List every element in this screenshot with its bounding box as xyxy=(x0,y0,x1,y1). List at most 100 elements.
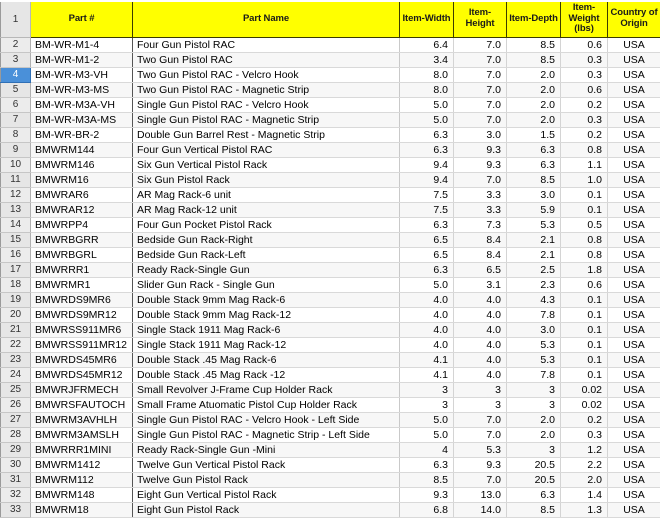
cell-country-of-origin[interactable]: USA xyxy=(608,353,660,368)
cell-part-name[interactable]: Slider Gun Rack - Single Gun xyxy=(133,278,400,293)
cell-item-depth[interactable]: 3 xyxy=(507,383,561,398)
cell-item-depth[interactable]: 2.0 xyxy=(507,68,561,83)
table-row[interactable]: 23BMWRDS45MR6Double Stack .45 Mag Rack-6… xyxy=(1,353,660,368)
cell-item-weight[interactable]: 1.1 xyxy=(561,158,608,173)
cell-part-name[interactable]: Double Stack .45 Mag Rack -12 xyxy=(133,368,400,383)
cell-item-depth[interactable]: 2.3 xyxy=(507,278,561,293)
cell-part-name[interactable]: Six Gun Vertical Pistol Rack xyxy=(133,158,400,173)
row-header-1[interactable]: 1 xyxy=(1,1,31,38)
cell-country-of-origin[interactable]: USA xyxy=(608,428,660,443)
cell-item-height[interactable]: 7.0 xyxy=(454,83,507,98)
cell-item-weight[interactable]: 0.2 xyxy=(561,413,608,428)
cell-item-height[interactable]: 9.3 xyxy=(454,143,507,158)
cell-item-depth[interactable]: 5.9 xyxy=(507,203,561,218)
cell-item-depth[interactable]: 6.3 xyxy=(507,158,561,173)
cell-item-weight[interactable]: 1.8 xyxy=(561,263,608,278)
row-header-29[interactable]: 29 xyxy=(1,443,31,458)
cell-part-name[interactable]: Eight Gun Pistol Rack xyxy=(133,503,400,518)
cell-item-width[interactable]: 4.0 xyxy=(400,293,454,308)
cell-item-weight[interactable]: 0.3 xyxy=(561,428,608,443)
cell-item-height[interactable]: 7.0 xyxy=(454,68,507,83)
cell-part-name[interactable]: Single Gun Pistol RAC - Velcro Hook - Le… xyxy=(133,413,400,428)
cell-item-depth[interactable]: 2.1 xyxy=(507,233,561,248)
cell-item-height[interactable]: 3.1 xyxy=(454,278,507,293)
cell-item-width[interactable]: 4.0 xyxy=(400,323,454,338)
cell-item-height[interactable]: 9.3 xyxy=(454,158,507,173)
cell-part-number[interactable]: BM-WR-BR-2 xyxy=(31,128,133,143)
cell-country-of-origin[interactable]: USA xyxy=(608,263,660,278)
cell-item-depth[interactable]: 6.3 xyxy=(507,488,561,503)
cell-item-height[interactable]: 4.0 xyxy=(454,293,507,308)
cell-part-number[interactable]: BMWRSFAUTOCH xyxy=(31,398,133,413)
cell-item-weight[interactable]: 0.1 xyxy=(561,188,608,203)
row-header-9[interactable]: 9 xyxy=(1,143,31,158)
row-header-30[interactable]: 30 xyxy=(1,458,31,473)
cell-part-name[interactable]: Two Gun Pistol RAC - Magnetic Strip xyxy=(133,83,400,98)
row-header-20[interactable]: 20 xyxy=(1,308,31,323)
cell-part-number[interactable]: BMWRDS45MR6 xyxy=(31,353,133,368)
cell-item-height[interactable]: 3.0 xyxy=(454,128,507,143)
cell-item-height[interactable]: 4.0 xyxy=(454,338,507,353)
cell-item-width[interactable]: 4.1 xyxy=(400,368,454,383)
table-row[interactable]: 22BMWRSS911MR12Single Stack 1911 Mag Rac… xyxy=(1,338,660,353)
column-header-country-of-origin[interactable]: Country of Origin xyxy=(608,1,660,38)
cell-part-number[interactable]: BMWRM16 xyxy=(31,173,133,188)
cell-item-depth[interactable]: 2.0 xyxy=(507,428,561,443)
cell-item-height[interactable]: 7.0 xyxy=(454,173,507,188)
cell-item-width[interactable]: 5.0 xyxy=(400,428,454,443)
cell-item-weight[interactable]: 0.3 xyxy=(561,68,608,83)
cell-part-number[interactable]: BMWRBGRL xyxy=(31,248,133,263)
cell-item-height[interactable]: 7.3 xyxy=(454,218,507,233)
cell-part-number[interactable]: BMWRRR1MINI xyxy=(31,443,133,458)
table-row[interactable]: 20BMWRDS9MR12Double Stack 9mm Mag Rack-1… xyxy=(1,308,660,323)
row-header-16[interactable]: 16 xyxy=(1,248,31,263)
cell-part-number[interactable]: BMWRMR1 xyxy=(31,278,133,293)
row-header-5[interactable]: 5 xyxy=(1,83,31,98)
cell-part-name[interactable]: Bedside Gun Rack-Left xyxy=(133,248,400,263)
table-row[interactable]: 6BM-WR-M3A-VHSingle Gun Pistol RAC - Vel… xyxy=(1,98,660,113)
row-header-13[interactable]: 13 xyxy=(1,203,31,218)
table-row[interactable]: 30BMWRM1412Twelve Gun Vertical Pistol Ra… xyxy=(1,458,660,473)
cell-country-of-origin[interactable]: USA xyxy=(608,338,660,353)
cell-part-name[interactable]: Double Stack 9mm Mag Rack-6 xyxy=(133,293,400,308)
cell-country-of-origin[interactable]: USA xyxy=(608,38,660,53)
table-row[interactable]: 12BMWRAR6AR Mag Rack-6 unit7.53.33.00.1U… xyxy=(1,188,660,203)
table-row[interactable]: 21BMWRSS911MR6Single Stack 1911 Mag Rack… xyxy=(1,323,660,338)
cell-item-weight[interactable]: 0.2 xyxy=(561,128,608,143)
cell-item-depth[interactable]: 20.5 xyxy=(507,458,561,473)
cell-item-weight[interactable]: 0.8 xyxy=(561,233,608,248)
cell-part-number[interactable]: BMWRRR1 xyxy=(31,263,133,278)
row-header-6[interactable]: 6 xyxy=(1,98,31,113)
table-row[interactable]: 4BM-WR-M3-VHTwo Gun Pistol RAC - Velcro … xyxy=(1,68,660,83)
table-row[interactable]: 11BMWRM16Six Gun Pistol Rack9.47.08.51.0… xyxy=(1,173,660,188)
row-header-10[interactable]: 10 xyxy=(1,158,31,173)
cell-item-width[interactable]: 9.4 xyxy=(400,173,454,188)
cell-item-weight[interactable]: 0.6 xyxy=(561,278,608,293)
cell-item-height[interactable]: 7.0 xyxy=(454,38,507,53)
table-row[interactable]: 10BMWRM146Six Gun Vertical Pistol Rack9.… xyxy=(1,158,660,173)
cell-country-of-origin[interactable]: USA xyxy=(608,83,660,98)
cell-part-number[interactable]: BMWRM112 xyxy=(31,473,133,488)
cell-item-depth[interactable]: 2.5 xyxy=(507,263,561,278)
cell-item-width[interactable]: 6.3 xyxy=(400,218,454,233)
cell-item-width[interactable]: 6.4 xyxy=(400,38,454,53)
table-row[interactable]: 2BM-WR-M1-4Four Gun Pistol RAC6.47.08.50… xyxy=(1,38,660,53)
column-header-item-weight[interactable]: Item-Weight (lbs) xyxy=(561,1,608,38)
row-header-18[interactable]: 18 xyxy=(1,278,31,293)
cell-item-depth[interactable]: 2.0 xyxy=(507,98,561,113)
cell-country-of-origin[interactable]: USA xyxy=(608,488,660,503)
cell-item-weight[interactable]: 1.4 xyxy=(561,488,608,503)
cell-country-of-origin[interactable]: USA xyxy=(608,398,660,413)
cell-item-weight[interactable]: 0.3 xyxy=(561,53,608,68)
cell-part-number[interactable]: BM-WR-M3-VH xyxy=(31,68,133,83)
cell-item-height[interactable]: 4.0 xyxy=(454,308,507,323)
cell-item-height[interactable]: 7.0 xyxy=(454,113,507,128)
table-row[interactable]: 18BMWRMR1Slider Gun Rack - Single Gun5.0… xyxy=(1,278,660,293)
cell-part-name[interactable]: Small Revolver J-Frame Cup Holder Rack xyxy=(133,383,400,398)
cell-part-name[interactable]: Single Stack 1911 Mag Rack-6 xyxy=(133,323,400,338)
row-header-22[interactable]: 22 xyxy=(1,338,31,353)
cell-item-height[interactable]: 7.0 xyxy=(454,98,507,113)
cell-part-name[interactable]: Twelve Gun Pistol Rack xyxy=(133,473,400,488)
cell-part-number[interactable]: BMWRPP4 xyxy=(31,218,133,233)
cell-country-of-origin[interactable]: USA xyxy=(608,308,660,323)
